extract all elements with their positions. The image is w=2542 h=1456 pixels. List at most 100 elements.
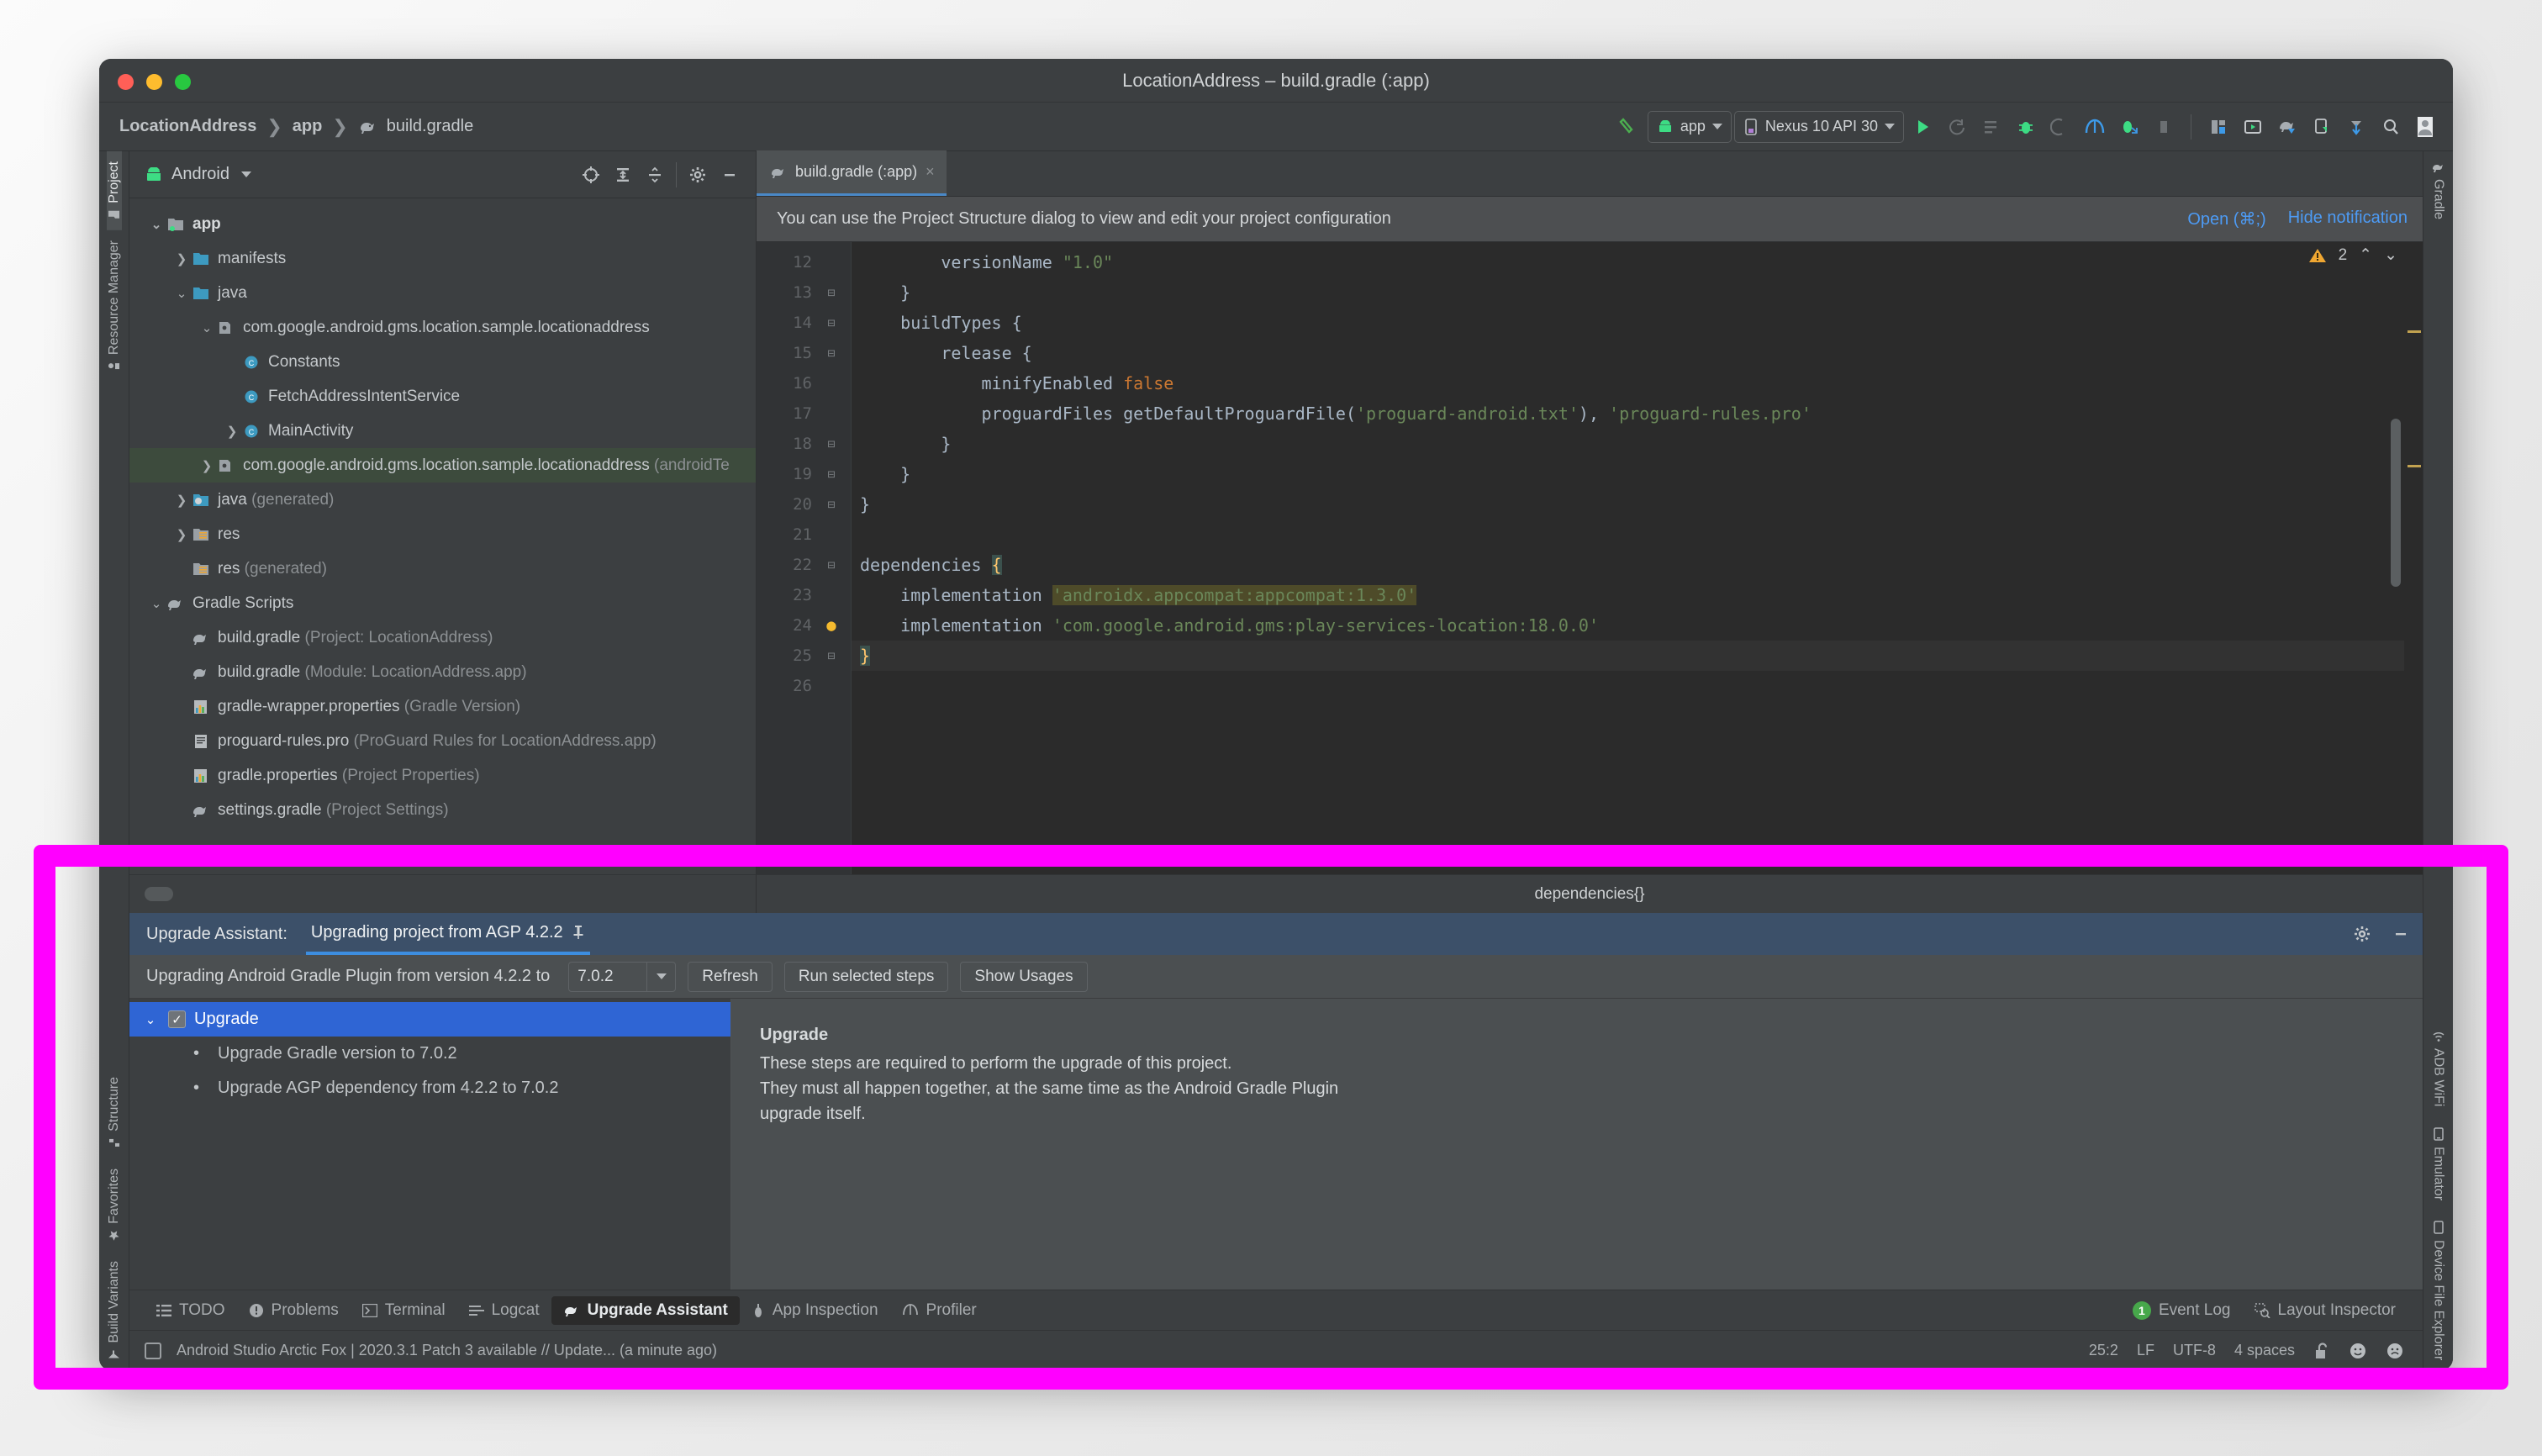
minimize-icon[interactable]: [2391, 924, 2411, 944]
device-file-icon[interactable]: [2306, 111, 2338, 143]
sidebar-item-emulator[interactable]: Emulator: [2431, 1117, 2446, 1211]
gutter-line[interactable]: 15⊟: [757, 338, 851, 368]
upgrade-step-item[interactable]: • Upgrade AGP dependency from 4.2.2 to 7…: [129, 1071, 730, 1105]
inspection-widget[interactable]: 2 ⌃ ⌄: [2308, 245, 2397, 265]
breadcrumb-module[interactable]: app: [293, 117, 323, 136]
refresh-button[interactable]: Refresh: [688, 962, 773, 992]
fold-marker-icon[interactable]: ⊟: [812, 467, 851, 482]
tree-row[interactable]: ⌄com.google.android.gms.location.sample.…: [129, 310, 756, 345]
chevron-down-icon[interactable]: ⌄: [197, 320, 217, 335]
breadcrumb-file[interactable]: build.gradle: [387, 117, 473, 136]
attach-debugger-icon[interactable]: [2044, 111, 2076, 143]
unlocked-padlock-icon[interactable]: [2313, 1342, 2330, 1360]
sad-face-icon[interactable]: [2386, 1342, 2404, 1360]
gutter-line[interactable]: 25⊟: [757, 641, 851, 671]
editor-vertical-scrollbar[interactable]: [2391, 419, 2401, 587]
chevron-down-icon[interactable]: [646, 963, 675, 991]
upgrade-steps-tree[interactable]: ⌄ ✓ Upgrade • Upgrade Gradle version to …: [129, 999, 731, 1290]
chevron-right-icon[interactable]: ❯: [171, 493, 192, 508]
rerun-icon[interactable]: [1941, 111, 1973, 143]
code-editor[interactable]: 1213⊟14⊟15⊟161718⊟19⊟20⊟2122⊟2324●25⊟26 …: [757, 242, 2423, 874]
chevron-down-icon[interactable]: ⌄: [141, 1012, 160, 1027]
tree-row[interactable]: ❯manifests: [129, 241, 756, 276]
indent-setting[interactable]: 4 spaces: [2234, 1342, 2295, 1359]
tool-tab-layout-inspector[interactable]: Layout Inspector: [2243, 1296, 2408, 1325]
tool-tab-event-log[interactable]: 1 Event Log: [2121, 1296, 2243, 1325]
tree-row[interactable]: ⌄app: [129, 207, 756, 241]
tree-row[interactable]: build.gradle (Project: LocationAddress): [129, 620, 756, 655]
tree-row[interactable]: build.gradle (Module: LocationAddress.ap…: [129, 655, 756, 689]
tree-row[interactable]: ❯res: [129, 517, 756, 551]
fold-marker-icon[interactable]: ⊟: [812, 648, 851, 663]
stop-icon[interactable]: [2148, 111, 2180, 143]
breadcrumb-project[interactable]: LocationAddress: [119, 117, 256, 136]
pin-icon[interactable]: [572, 925, 585, 940]
sidebar-item-gradle[interactable]: Gradle: [2431, 151, 2446, 229]
sidebar-item-favorites[interactable]: Favorites: [107, 1158, 122, 1252]
build-hammer-icon[interactable]: [1613, 111, 1645, 143]
avd-manager-icon[interactable]: [2237, 111, 2269, 143]
gutter-line[interactable]: 12: [757, 247, 851, 277]
collapse-all-icon[interactable]: [639, 159, 671, 191]
gutter-line[interactable]: 24●: [757, 610, 851, 641]
sidebar-item-adb-wifi[interactable]: ADB WiFi: [2431, 1021, 2446, 1116]
agp-version-select[interactable]: 7.0.2: [568, 962, 676, 992]
gutter-line[interactable]: 13⊟: [757, 277, 851, 308]
fold-marker-icon[interactable]: ⊟: [812, 497, 851, 512]
tree-row[interactable]: ❯com.google.android.gms.location.sample.…: [129, 448, 756, 483]
gutter-line[interactable]: 21: [757, 520, 851, 550]
sidebar-item-project[interactable]: Project: [107, 151, 122, 230]
gutter-line[interactable]: 19⊟: [757, 459, 851, 489]
editor-tab-build-gradle[interactable]: build.gradle (:app) ×: [757, 150, 947, 196]
locate-icon[interactable]: [575, 159, 607, 191]
sidebar-item-resource-manager[interactable]: Resource Manager: [107, 230, 122, 382]
fold-marker-icon[interactable]: ⊟: [812, 557, 851, 572]
gutter-line[interactable]: 22⊟: [757, 550, 851, 580]
project-view-selector[interactable]: Android: [145, 165, 251, 184]
scroll-thumb[interactable]: [145, 887, 173, 901]
fold-marker-icon[interactable]: ⊟: [812, 285, 851, 300]
tool-tab-upgrade-assistant[interactable]: Upgrade Assistant: [551, 1296, 740, 1325]
tree-row[interactable]: proguard-rules.pro (ProGuard Rules for L…: [129, 724, 756, 758]
tool-tab-profiler[interactable]: Profiler: [890, 1296, 989, 1325]
gradle-sync-icon[interactable]: [2340, 111, 2372, 143]
debug-icon[interactable]: [2010, 111, 2042, 143]
sidebar-item-structure[interactable]: Structure: [107, 1067, 122, 1158]
run-coverage-icon[interactable]: [2113, 111, 2145, 143]
sidebar-item-build-variants[interactable]: Build Variants: [107, 1251, 122, 1370]
upgrade-checkbox[interactable]: ✓: [168, 1010, 186, 1028]
tree-row[interactable]: CConstants: [129, 345, 756, 379]
sdk-manager-icon[interactable]: [2271, 111, 2303, 143]
project-tree[interactable]: ⌄app❯manifests⌄java⌄com.google.android.g…: [129, 198, 756, 874]
tree-row[interactable]: ❯CMainActivity: [129, 414, 756, 448]
show-usages-button[interactable]: Show Usages: [960, 962, 1087, 992]
toggle-tool-windows-icon[interactable]: [145, 1343, 161, 1359]
chevron-down-icon[interactable]: ⌄: [146, 596, 166, 611]
close-icon[interactable]: ×: [926, 163, 935, 181]
gutter-line[interactable]: 23: [757, 580, 851, 610]
fold-marker-icon[interactable]: ⊟: [812, 346, 851, 361]
chevron-right-icon[interactable]: ❯: [222, 424, 242, 439]
tree-row[interactable]: settings.gradle (Project Settings): [129, 793, 756, 827]
sidebar-item-device-file-explorer[interactable]: Device File Explorer: [2431, 1211, 2446, 1370]
intention-bulb-icon[interactable]: ●: [812, 616, 851, 635]
editor-marker-bar[interactable]: [2404, 242, 2423, 874]
tree-row[interactable]: CFetchAddressIntentService: [129, 379, 756, 414]
happy-face-icon[interactable]: [2349, 1342, 2367, 1360]
run-icon[interactable]: [1906, 111, 1938, 143]
line-separator[interactable]: LF: [2137, 1342, 2154, 1359]
profile-icon[interactable]: [2079, 111, 2111, 143]
chevron-down-icon[interactable]: ⌄: [146, 217, 166, 232]
chevron-right-icon[interactable]: ❯: [197, 458, 217, 473]
status-message[interactable]: Android Studio Arctic Fox | 2020.3.1 Pat…: [177, 1342, 717, 1359]
tool-tab-app-inspection[interactable]: App Inspection: [740, 1296, 890, 1325]
gear-icon[interactable]: [682, 159, 714, 191]
editor-gutter[interactable]: 1213⊟14⊟15⊟161718⊟19⊟20⊟2122⊟2324●25⊟26: [757, 242, 851, 874]
fold-marker-icon[interactable]: ⊟: [812, 436, 851, 451]
upgrade-assistant-tab[interactable]: Upgrading project from AGP 4.2.2: [306, 913, 590, 955]
tool-tab-logcat[interactable]: Logcat: [457, 1296, 551, 1325]
chevron-right-icon[interactable]: ❯: [171, 527, 192, 542]
tool-tab-problems[interactable]: Problems: [237, 1296, 351, 1325]
project-tree-horizontal-scrollbar[interactable]: [141, 854, 744, 866]
chevron-right-icon[interactable]: ❯: [171, 251, 192, 266]
